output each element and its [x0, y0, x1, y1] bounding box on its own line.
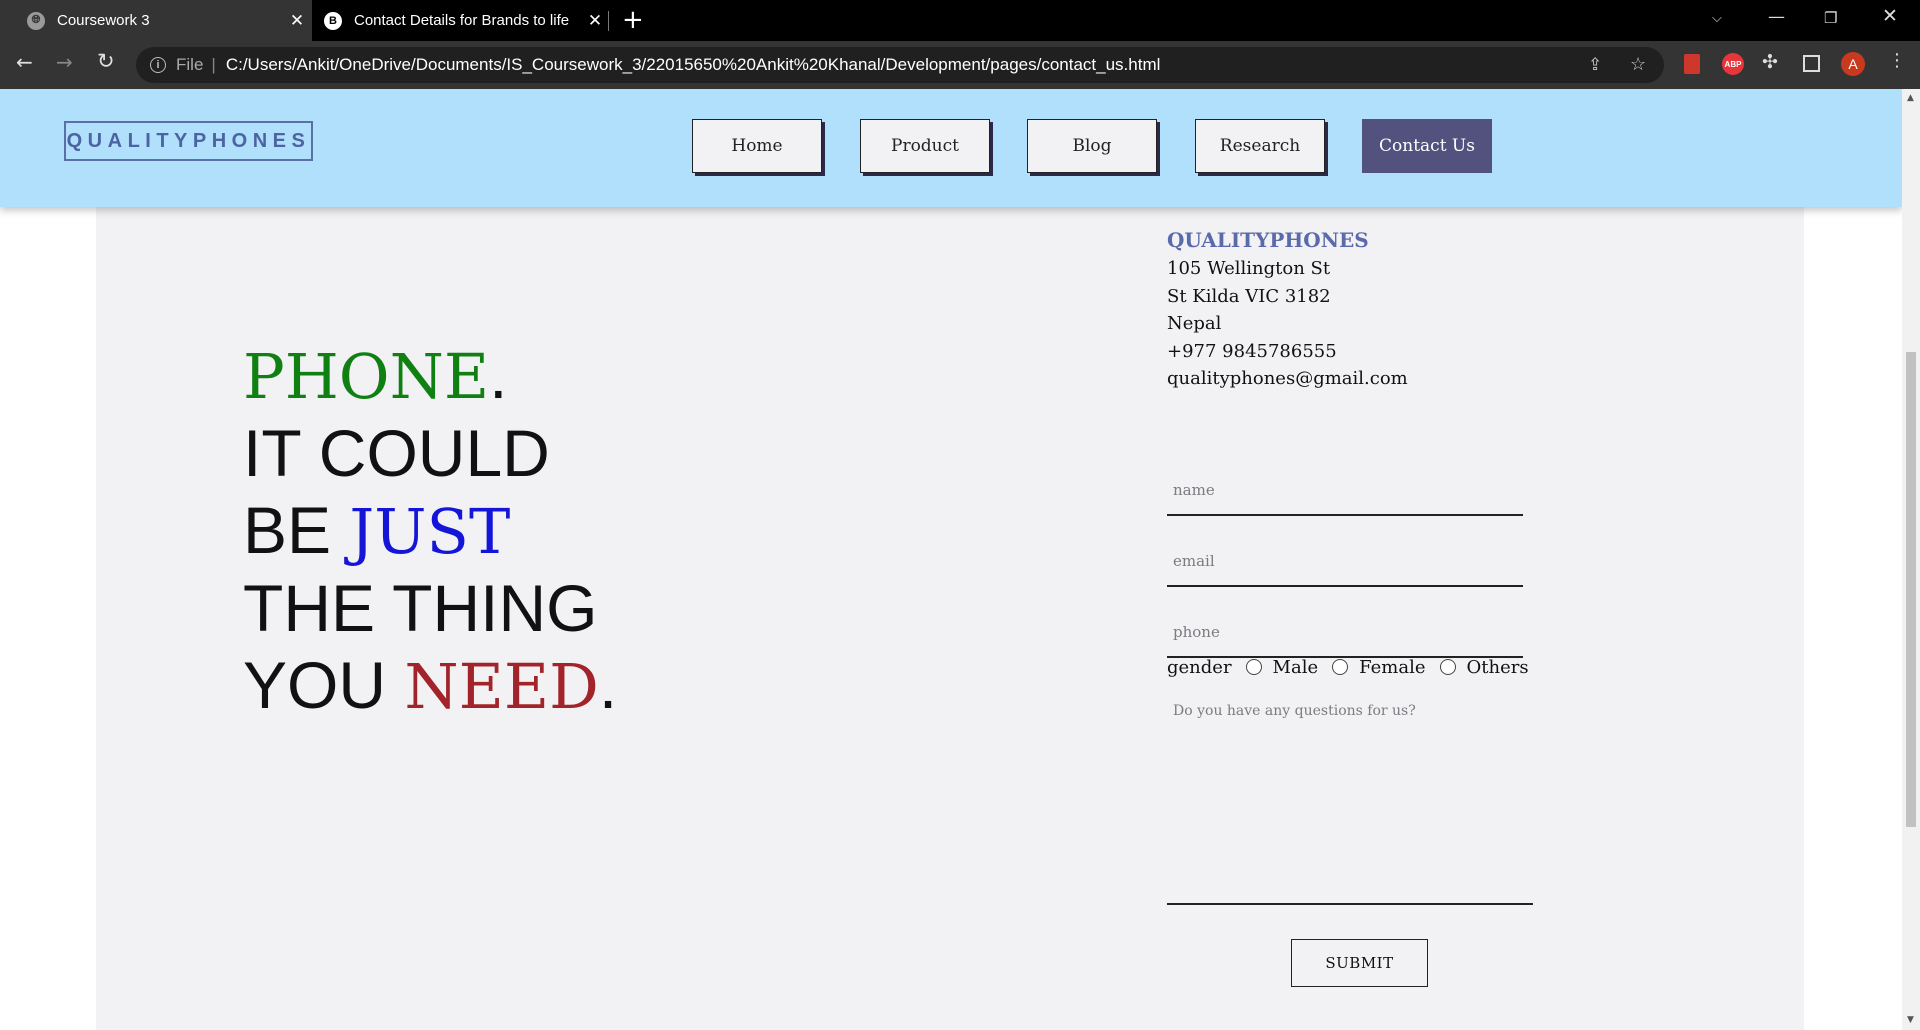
close-window-icon[interactable]: ✕ — [1882, 5, 1898, 27]
browser-tab-bar: 🌐︎ Coursework 3 ✕ B Contact Details for … — [0, 0, 1920, 41]
submit-button[interactable]: SUBMIT — [1291, 939, 1428, 987]
url-text[interactable]: C:/Users/Ankit/OneDrive/Documents/IS_Cou… — [226, 55, 1161, 75]
extensions-puzzle-icon[interactable]: ✣ — [1762, 51, 1778, 73]
bookmark-star-icon[interactable]: ☆ — [1630, 54, 1646, 75]
question-textarea[interactable] — [1167, 699, 1533, 905]
name-input[interactable] — [1167, 466, 1523, 514]
hero-word-just: JUST — [349, 495, 511, 568]
hero-word-need: NEED — [404, 650, 599, 723]
nav-contact-button[interactable]: Contact Us — [1362, 119, 1492, 173]
tab-divider — [608, 11, 609, 31]
side-panel-icon[interactable] — [1803, 55, 1820, 72]
bootstrap-favicon-icon: B — [324, 11, 342, 30]
hero-end-dot: . — [598, 648, 618, 722]
name-field — [1167, 466, 1523, 516]
forward-icon[interactable]: → — [56, 50, 73, 74]
email-field — [1167, 537, 1523, 587]
site-header: QUALITYPHONES Home Product Blog Research… — [0, 89, 1902, 207]
scroll-up-icon[interactable]: ▲ — [1907, 93, 1914, 103]
hero-line-1: PHONE. — [243, 337, 617, 415]
gender-others-radio[interactable] — [1439, 658, 1456, 675]
new-tab-icon[interactable]: + — [622, 5, 644, 35]
address-bar[interactable]: i File | C:/Users/Ankit/OneDrive/Documen… — [136, 47, 1664, 83]
page-scrollbar[interactable]: ▲ ▼ — [1902, 89, 1920, 1030]
gender-male-radio[interactable] — [1245, 658, 1262, 675]
restore-icon[interactable]: ❐ — [1824, 9, 1837, 27]
gender-male-label[interactable]: Male — [1273, 657, 1319, 678]
site-logo[interactable]: QUALITYPHONES — [64, 121, 313, 161]
adblock-label: ABP — [1724, 59, 1742, 69]
profile-avatar[interactable]: A — [1841, 52, 1865, 76]
scroll-thumb[interactable] — [1906, 352, 1916, 827]
hero-word-you: YOU — [243, 648, 387, 722]
minimize-icon[interactable]: — — [1768, 7, 1785, 27]
globe-icon: 🌐︎ — [27, 11, 45, 30]
gender-female-label[interactable]: Female — [1359, 657, 1425, 678]
hero-line-2: IT COULD — [243, 416, 550, 490]
tab-title: Contact Details for Brands to life — [354, 12, 570, 29]
company-name: QUALITYPHONES — [1167, 228, 1369, 252]
email-input[interactable] — [1167, 537, 1523, 585]
gender-female-radio[interactable] — [1332, 658, 1349, 675]
nav-blog-button[interactable]: Blog — [1027, 119, 1157, 173]
hero-word-be: BE — [243, 493, 332, 567]
close-icon[interactable]: ✕ — [580, 11, 610, 31]
contact-email: qualityphones@gmail.com — [1167, 368, 1408, 389]
contact-phone: +977 9845786555 — [1167, 340, 1337, 362]
company-address-block: QUALITYPHONES 105 Wellington St St Kilda… — [1167, 225, 1408, 393]
address-country: Nepal — [1167, 313, 1222, 334]
scroll-down-icon[interactable]: ▼ — [1907, 1015, 1914, 1025]
address-street: 105 Wellington St — [1167, 258, 1331, 279]
hero-line-5: YOU NEED. — [243, 647, 617, 725]
hero-line-4: THE THING — [243, 571, 598, 645]
tab-search-icon[interactable]: ⌵ — [1712, 11, 1722, 26]
hero-slogan: PHONE. IT COULD BE JUST THE THING YOU NE… — [243, 337, 617, 725]
gender-others-label[interactable]: Others — [1467, 657, 1529, 678]
phone-input[interactable] — [1167, 608, 1523, 656]
share-icon[interactable]: ⇪ — [1588, 55, 1602, 75]
hero-line-3: BE JUST — [243, 492, 617, 570]
adblock-icon[interactable]: ABP — [1722, 53, 1744, 75]
hero-dot: . — [489, 338, 508, 412]
close-icon[interactable]: ✕ — [282, 11, 312, 31]
gender-radio-group: gender Male Female Others — [1167, 657, 1529, 678]
url-separator: | — [211, 55, 216, 74]
tab-contact-details[interactable]: B Contact Details for Brands to life ✕ — [312, 0, 610, 41]
nav-research-button[interactable]: Research — [1195, 119, 1325, 173]
info-icon[interactable]: i — [150, 57, 166, 73]
tab-title: Coursework 3 — [57, 12, 150, 29]
nav-product-button[interactable]: Product — [860, 119, 990, 173]
hero-word-phone: PHONE — [243, 340, 490, 413]
url-scheme: File — [176, 55, 204, 74]
browser-toolbar: ← → ↻ i File | C:/Users/Ankit/OneDrive/D… — [0, 41, 1920, 89]
page-viewport: QUALITYPHONES Home Product Blog Research… — [0, 89, 1902, 1030]
phone-field — [1167, 608, 1523, 658]
address-city: St Kilda VIC 3182 — [1167, 285, 1331, 307]
tab-coursework[interactable]: 🌐︎ Coursework 3 ✕ — [0, 0, 312, 41]
menu-kebab-icon[interactable]: ⋮ — [1888, 50, 1906, 72]
back-icon[interactable]: ← — [16, 50, 33, 74]
profile-initial: A — [1848, 56, 1858, 72]
extension-red-icon[interactable] — [1684, 54, 1700, 74]
nav-home-button[interactable]: Home — [692, 119, 822, 173]
gender-label: gender — [1167, 657, 1232, 678]
reload-icon[interactable]: ↻ — [97, 49, 115, 73]
